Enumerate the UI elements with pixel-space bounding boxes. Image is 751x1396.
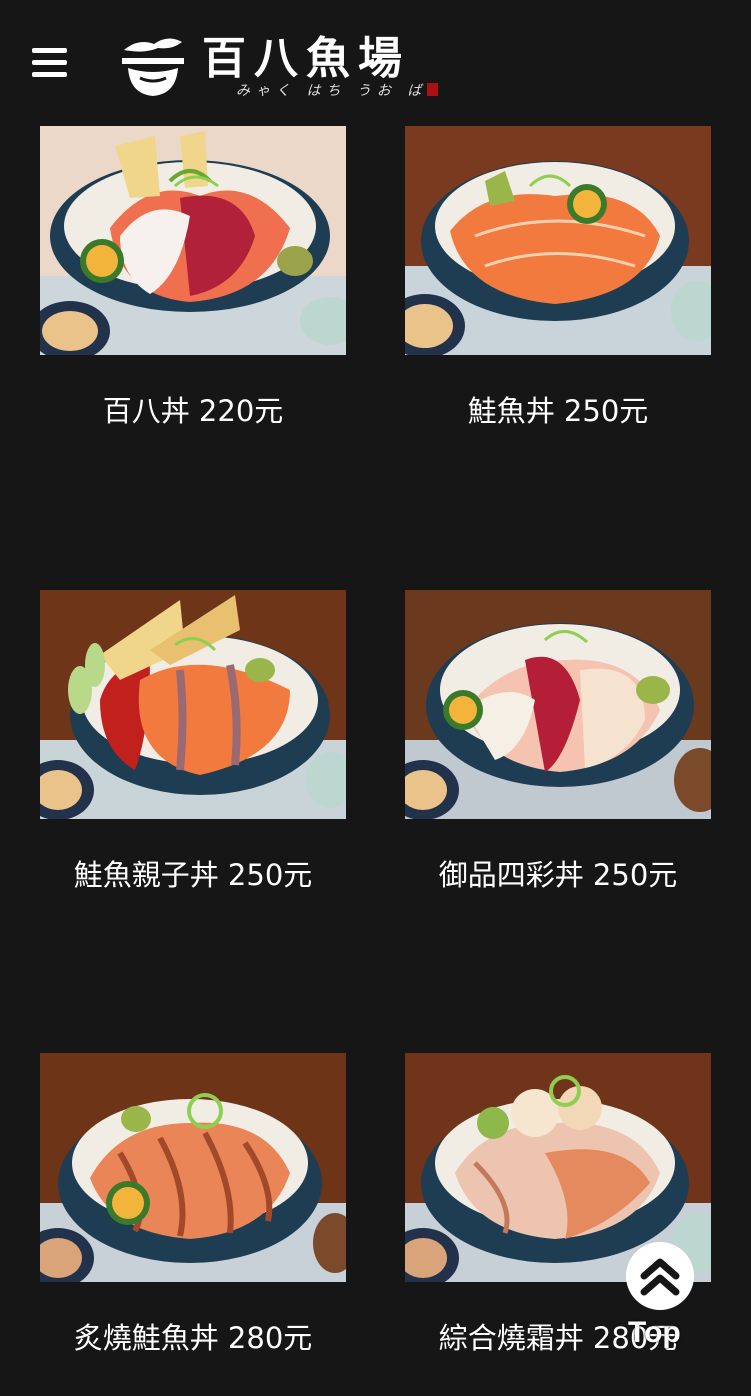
bowl-logo-icon [122,38,184,96]
back-to-top-circle[interactable] [626,1242,694,1310]
menu-item-label[interactable]: 鮭魚丼 250元 [405,388,711,430]
brand-logo[interactable]: 百八魚場 みゃく はち うお ば [118,18,478,104]
menu-item-label[interactable]: 百八丼 220元 [40,388,346,430]
menu-item-label[interactable]: 炙燒鮭魚丼 280元 [40,1315,346,1357]
four-color-donburi-photo[interactable] [405,590,711,819]
salmon-roe-donburi-photo[interactable] [40,590,346,819]
menu-item-label[interactable]: 御品四彩丼 250元 [405,852,711,894]
double-chevron-up-icon [640,1258,680,1296]
back-to-top-label[interactable]: Top [628,1316,681,1350]
logo-seal-icon [427,83,438,96]
site-header: 百八魚場 みゃく はち うお ば [0,0,751,110]
logo-text: 百八魚場 [202,33,410,84]
back-to-top-button[interactable]: Top [626,1242,696,1349]
seared-salmon-donburi-photo[interactable] [40,1053,346,1282]
salmon-donburi-photo[interactable] [405,126,711,355]
logo-subtext: みゃく はち うお ば [236,83,428,99]
mixed-donburi-photo[interactable] [40,126,346,355]
menu-item-label[interactable]: 鮭魚親子丼 250元 [40,852,346,894]
hamburger-menu-icon[interactable] [32,48,68,80]
